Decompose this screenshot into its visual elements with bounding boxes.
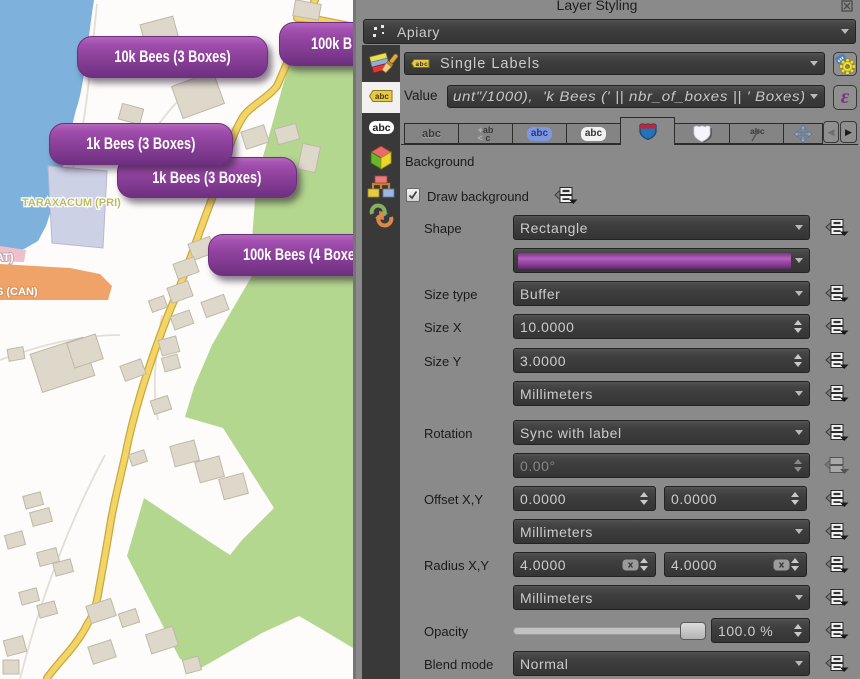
svg-text:abc: abc <box>373 122 391 134</box>
svg-text:abc: abc <box>416 61 429 68</box>
svg-text:TARAXACUM (PRI): TARAXACUM (PRI) <box>22 197 121 209</box>
svg-text:abc: abc <box>375 92 389 101</box>
svg-text:AT): AT) <box>0 252 14 264</box>
svg-text:S (CAN): S (CAN) <box>0 286 38 298</box>
